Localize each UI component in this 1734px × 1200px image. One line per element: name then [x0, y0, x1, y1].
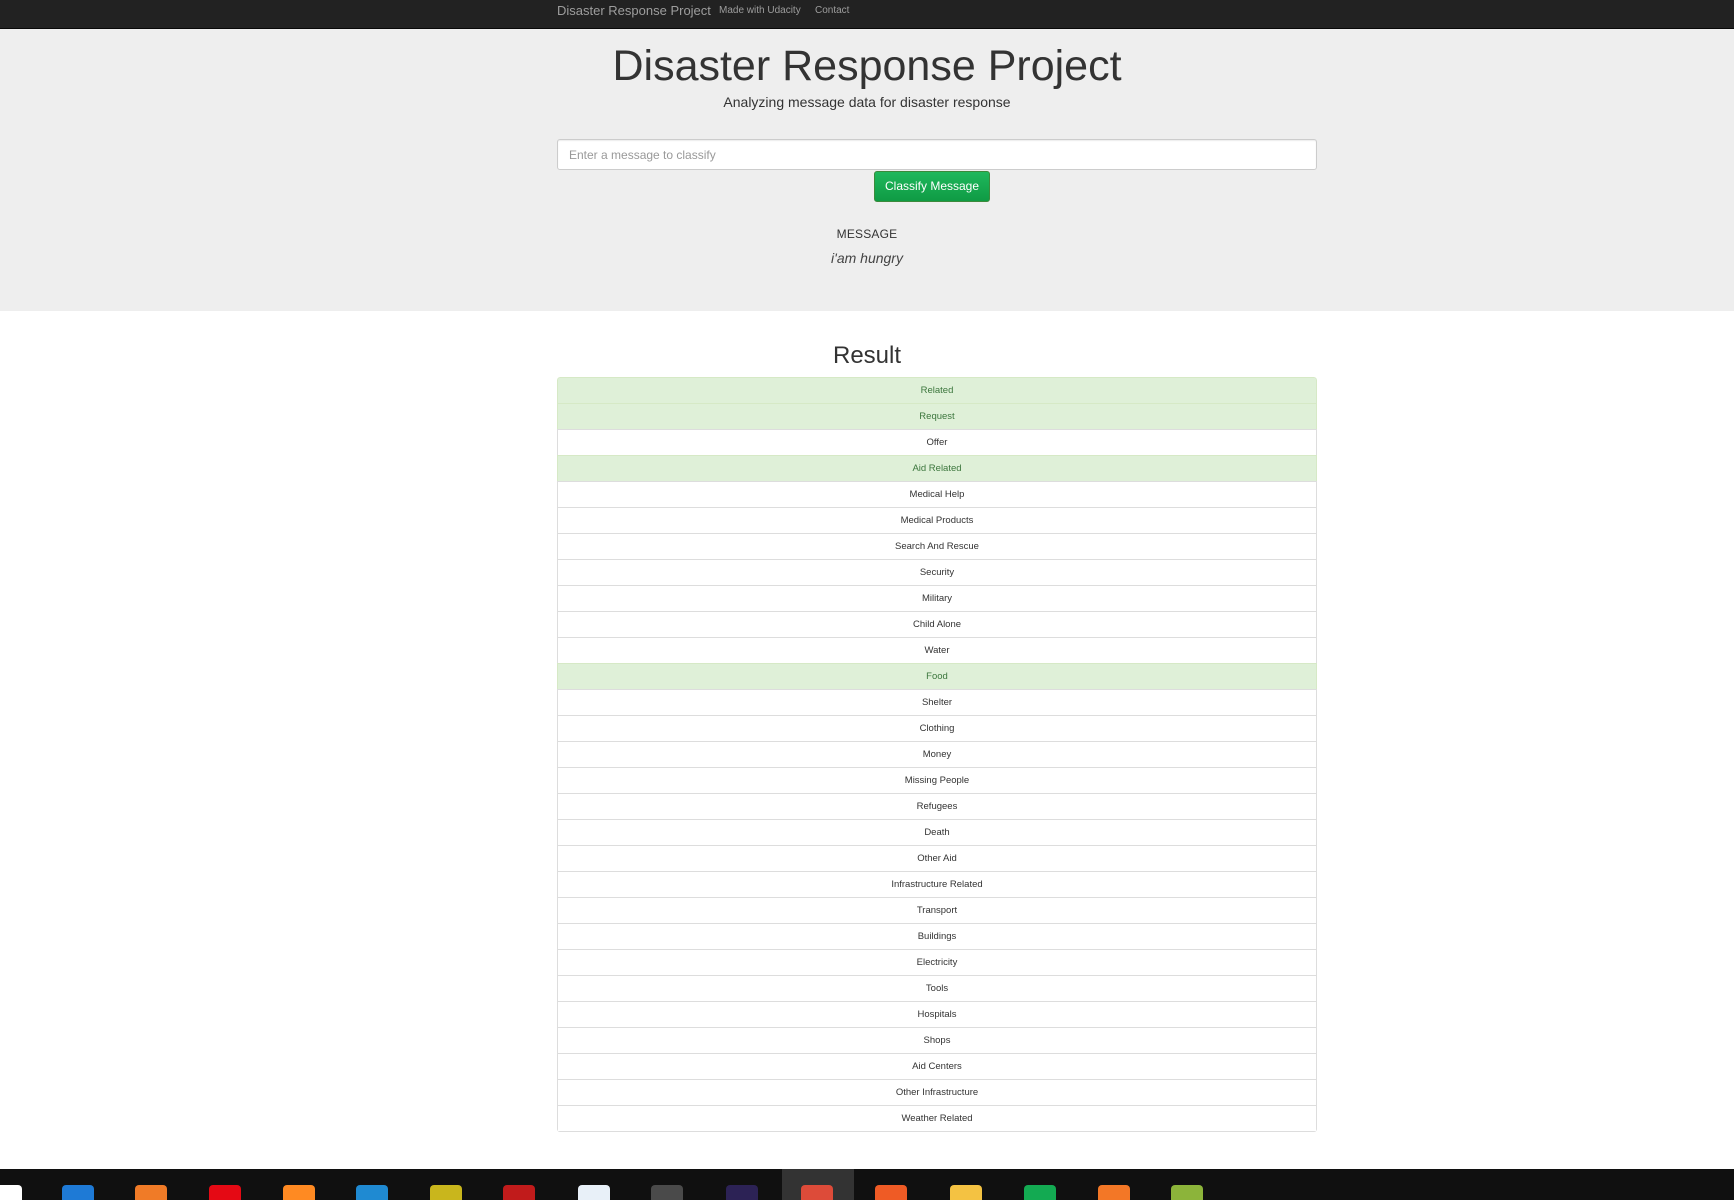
postman-icon[interactable]: [875, 1185, 907, 1200]
navbar: Disaster Response Project Made with Udac…: [0, 0, 1734, 29]
result-item: Shelter: [557, 689, 1317, 716]
result-item: Weather Related: [557, 1105, 1317, 1132]
result-item: Other Aid: [557, 845, 1317, 872]
result-item: Buildings: [557, 923, 1317, 950]
page-title: Disaster Response Project: [612, 42, 1122, 90]
result-item: Medical Help: [557, 481, 1317, 508]
result-item: Missing People: [557, 767, 1317, 794]
result-item: Child Alone: [557, 611, 1317, 638]
result-item: Aid Related: [557, 455, 1317, 482]
chrome-icon[interactable]: [801, 1185, 833, 1200]
result-item: Security: [557, 559, 1317, 586]
jumbotron: Disaster Response Project Analyzing mess…: [0, 29, 1734, 311]
mail-icon[interactable]: [62, 1185, 94, 1200]
result-title: Result: [832, 342, 902, 369]
message-label: MESSAGE: [836, 227, 898, 241]
xampp-icon[interactable]: [135, 1185, 167, 1200]
result-item: Electricity: [557, 949, 1317, 976]
result-item: Transport: [557, 897, 1317, 924]
result-item: Refugees: [557, 793, 1317, 820]
result-item: Hospitals: [557, 1001, 1317, 1028]
netflix-icon[interactable]: [209, 1185, 241, 1200]
result-item: Related: [557, 377, 1317, 404]
message-text: i'am hungry: [831, 250, 903, 266]
folder-icon[interactable]: [950, 1185, 982, 1200]
result-item: Infrastructure Related: [557, 871, 1317, 898]
result-item: Money: [557, 741, 1317, 768]
store-icon[interactable]: [0, 1185, 22, 1200]
result-item: Death: [557, 819, 1317, 846]
message-input[interactable]: [557, 139, 1317, 170]
result-item: Tools: [557, 975, 1317, 1002]
jupyter-icon[interactable]: [1098, 1185, 1130, 1200]
page-subtitle: Analyzing message data for disaster resp…: [723, 94, 1011, 110]
result-item: Water: [557, 637, 1317, 664]
navbar-brand[interactable]: Disaster Response Project: [557, 3, 711, 19]
matlab-icon[interactable]: [1171, 1185, 1203, 1200]
result-item: Search And Rescue: [557, 533, 1317, 560]
result-item: Clothing: [557, 715, 1317, 742]
nav-link-udacity[interactable]: Made with Udacity: [719, 5, 801, 17]
result-item: Food: [557, 663, 1317, 690]
eclipse-icon[interactable]: [726, 1185, 758, 1200]
vscode-icon[interactable]: [356, 1185, 388, 1200]
result-item: Aid Centers: [557, 1053, 1317, 1080]
result-item: Medical Products: [557, 507, 1317, 534]
filezilla-icon[interactable]: [503, 1185, 535, 1200]
firefox-icon[interactable]: [283, 1185, 315, 1200]
tableau-icon[interactable]: [578, 1185, 610, 1200]
result-item: Offer: [557, 429, 1317, 456]
result-item: Other Infrastructure: [557, 1079, 1317, 1106]
sublime-icon[interactable]: [651, 1185, 683, 1200]
taskbar: [0, 1169, 1734, 1200]
result-item: Shops: [557, 1027, 1317, 1054]
result-item: Request: [557, 403, 1317, 430]
nav-link-contact[interactable]: Contact: [815, 5, 849, 17]
classify-button[interactable]: Classify Message: [874, 171, 990, 202]
anaconda-icon[interactable]: [430, 1185, 462, 1200]
result-item: Military: [557, 585, 1317, 612]
mongodb-icon[interactable]: [1024, 1185, 1056, 1200]
result-list: Related Request Offer Aid Related Medical He…: [557, 377, 1317, 1132]
